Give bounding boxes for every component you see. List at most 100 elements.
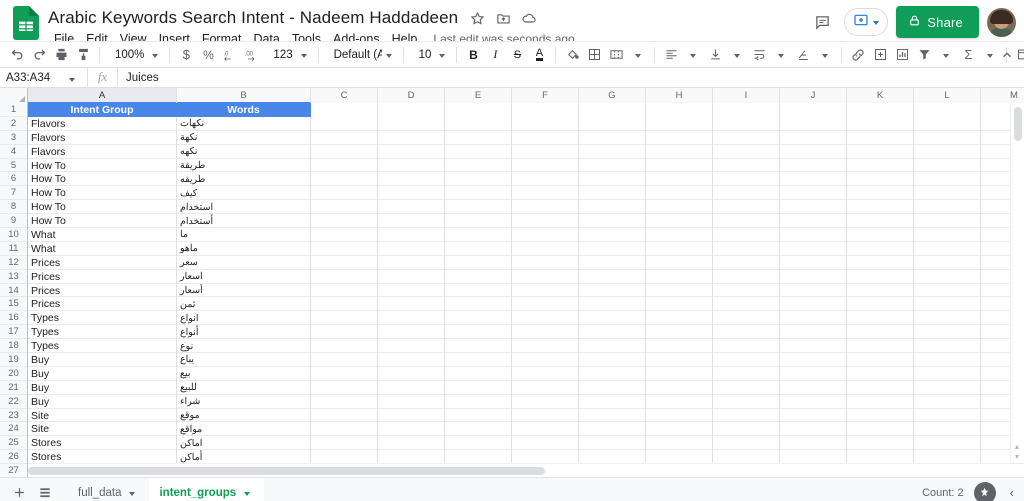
cell-empty[interactable]: [378, 339, 445, 354]
cell-empty[interactable]: [512, 200, 579, 215]
cell-word[interactable]: اسعار: [177, 269, 311, 284]
cell-empty[interactable]: [713, 228, 780, 242]
cell-empty[interactable]: [311, 214, 378, 229]
cell-empty[interactable]: [914, 255, 981, 270]
cell-empty[interactable]: [579, 422, 646, 437]
row-header[interactable]: 16: [0, 311, 27, 326]
cell-empty[interactable]: [780, 283, 847, 298]
cell-empty[interactable]: [445, 283, 512, 298]
row-header[interactable]: 14: [0, 283, 27, 298]
cell-empty[interactable]: [445, 255, 512, 270]
row-header[interactable]: 7: [0, 186, 27, 201]
cell-empty[interactable]: [713, 353, 780, 367]
cell-empty[interactable]: [445, 158, 512, 173]
cloud-saved-icon[interactable]: [518, 7, 540, 29]
cell-empty[interactable]: [378, 269, 445, 284]
cell-intent-group[interactable]: Flavors: [28, 116, 177, 131]
strikethrough-button[interactable]: S: [506, 44, 528, 66]
cell-empty[interactable]: [378, 144, 445, 159]
cell-empty[interactable]: [512, 394, 579, 409]
row-header[interactable]: 5: [0, 158, 27, 173]
column-header-k[interactable]: K: [847, 88, 914, 103]
cell-empty[interactable]: [914, 311, 981, 326]
cell-empty[interactable]: [445, 269, 512, 284]
cell-intent-group[interactable]: Flavors: [28, 130, 177, 145]
text-color-button[interactable]: A: [528, 44, 550, 66]
row-header[interactable]: 15: [0, 297, 27, 312]
cell-empty[interactable]: [847, 325, 914, 340]
chevron-down-icon[interactable]: [244, 491, 251, 496]
chevron-down-icon[interactable]: [129, 491, 136, 496]
cell-empty[interactable]: [378, 436, 445, 451]
cell-intent-group[interactable]: Site: [28, 422, 177, 437]
cell-empty[interactable]: [311, 283, 378, 298]
cell-empty[interactable]: [445, 241, 512, 256]
cell-empty[interactable]: [914, 339, 981, 354]
cell-word[interactable]: للبيع: [177, 380, 311, 395]
cell-empty[interactable]: [780, 366, 847, 381]
cell-empty[interactable]: [512, 228, 579, 242]
bold-button[interactable]: B: [462, 44, 484, 66]
cell-empty[interactable]: [847, 186, 914, 201]
cell-empty[interactable]: [311, 158, 378, 173]
cell-empty[interactable]: [646, 311, 713, 326]
cell-word[interactable]: ما: [177, 228, 311, 242]
cell-empty[interactable]: [311, 255, 378, 270]
comment-icon[interactable]: [808, 8, 836, 36]
cell-empty[interactable]: [713, 283, 780, 298]
cell-empty[interactable]: [512, 103, 579, 117]
cell-empty[interactable]: [378, 214, 445, 229]
cell-empty[interactable]: [646, 214, 713, 229]
row-header[interactable]: 24: [0, 422, 27, 437]
sheet-tab-full-data[interactable]: full_data: [68, 478, 149, 501]
cell-empty[interactable]: [713, 297, 780, 312]
cell-empty[interactable]: [914, 422, 981, 437]
cell-word[interactable]: أنواع: [177, 325, 311, 340]
cell-empty[interactable]: [512, 255, 579, 270]
cell-empty[interactable]: [646, 103, 713, 117]
cell-empty[interactable]: [713, 241, 780, 256]
cell-empty[interactable]: [311, 116, 378, 131]
row-header[interactable]: 3: [0, 130, 27, 145]
cell-empty[interactable]: [847, 130, 914, 145]
cell-empty[interactable]: [646, 116, 713, 131]
cell-empty[interactable]: [579, 297, 646, 312]
cell-empty[interactable]: [579, 103, 646, 117]
cell-intent-group[interactable]: Buy: [28, 394, 177, 409]
row-header[interactable]: 2: [0, 116, 27, 131]
row-header[interactable]: 1: [0, 103, 27, 117]
cell-word[interactable]: بيع: [177, 366, 311, 381]
cell-empty[interactable]: [847, 394, 914, 409]
sheet-tab-intent-groups[interactable]: intent_groups: [149, 477, 265, 501]
cell-empty[interactable]: [512, 297, 579, 312]
cell-word[interactable]: يباع: [177, 353, 311, 367]
cell-empty[interactable]: [512, 325, 579, 340]
font-size-selector[interactable]: 10: [409, 44, 452, 66]
cell-empty[interactable]: [914, 116, 981, 131]
cell-empty[interactable]: [445, 380, 512, 395]
cell-empty[interactable]: [780, 325, 847, 340]
cell-empty[interactable]: [780, 186, 847, 201]
cell-empty[interactable]: [512, 172, 579, 187]
cell-empty[interactable]: [512, 241, 579, 256]
cell-empty[interactable]: [646, 269, 713, 284]
cell-empty[interactable]: [780, 436, 847, 451]
cell-empty[interactable]: [512, 353, 579, 367]
cell-empty[interactable]: [579, 241, 646, 256]
cell-empty[interactable]: [646, 380, 713, 395]
cell-empty[interactable]: [713, 214, 780, 229]
column-header-b[interactable]: B: [177, 88, 311, 104]
cell-empty[interactable]: [914, 408, 981, 423]
cell-empty[interactable]: [847, 408, 914, 423]
valign-dropdown[interactable]: [726, 44, 748, 66]
cell-empty[interactable]: [780, 200, 847, 215]
cell-empty[interactable]: [713, 200, 780, 215]
cell-empty[interactable]: [378, 158, 445, 173]
cell-empty[interactable]: [579, 228, 646, 242]
cell-empty[interactable]: [579, 394, 646, 409]
cell-empty[interactable]: [311, 144, 378, 159]
print-icon[interactable]: [50, 44, 72, 66]
cell-empty[interactable]: [378, 311, 445, 326]
cell-empty[interactable]: [579, 158, 646, 173]
cell-intent-group[interactable]: Prices: [28, 269, 177, 284]
